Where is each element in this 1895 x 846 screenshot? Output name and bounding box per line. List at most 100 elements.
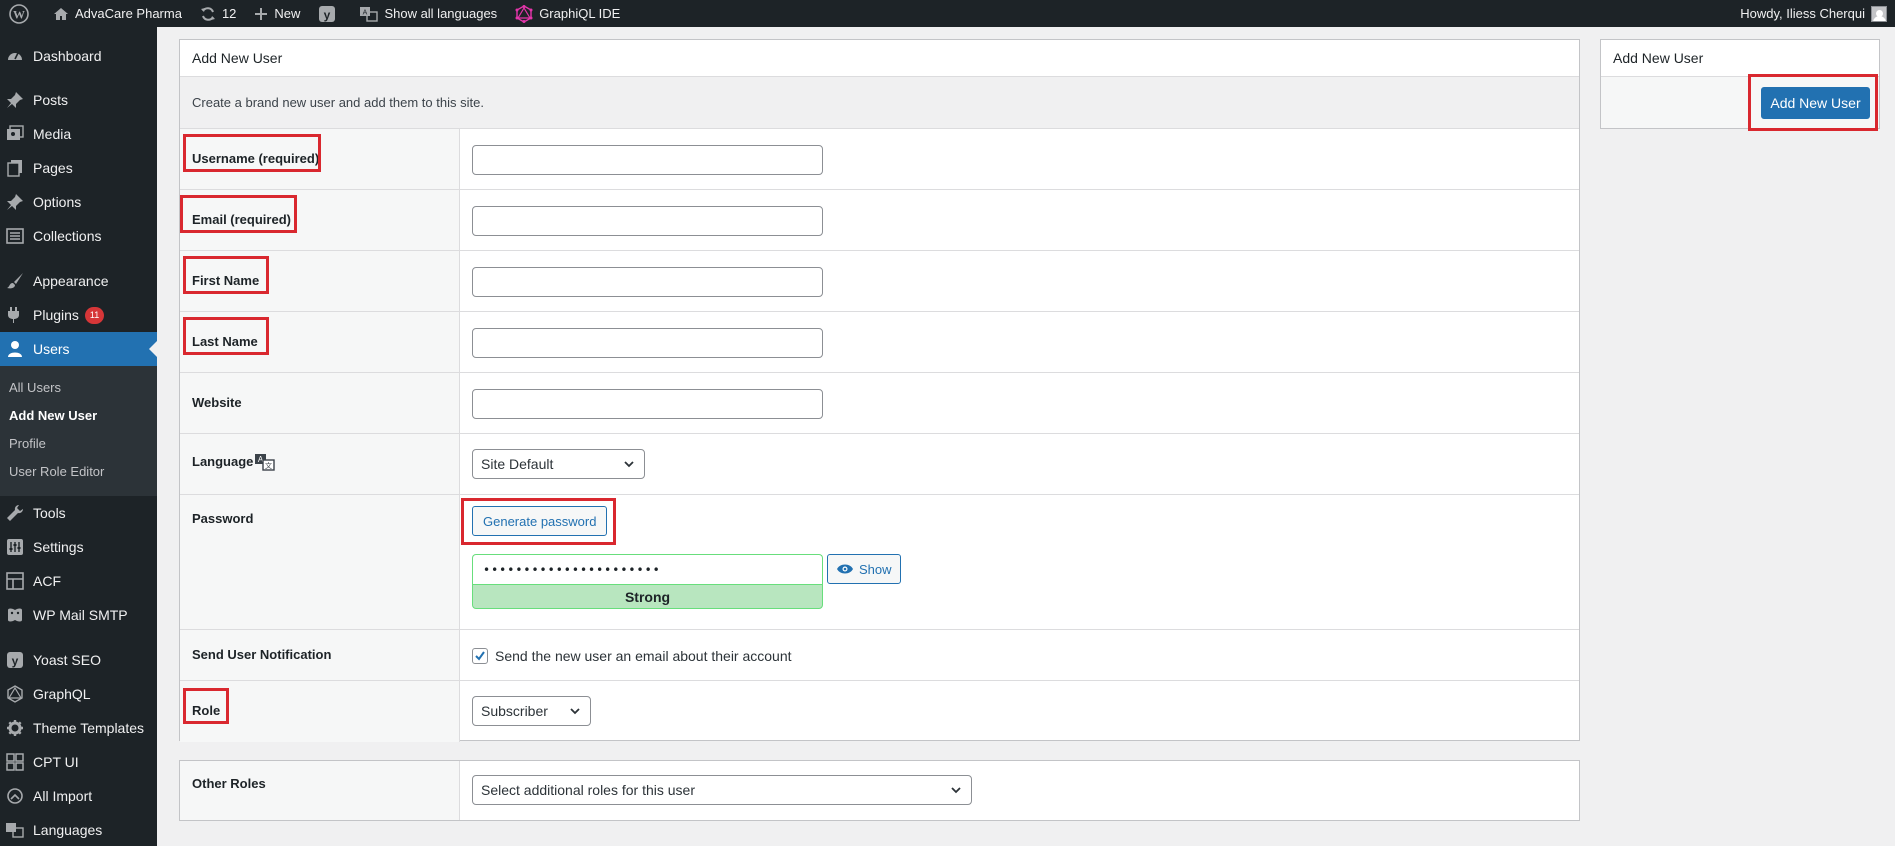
menu-acf[interactable]: ACF xyxy=(0,564,157,598)
svg-text:W: W xyxy=(13,7,25,21)
updates-link[interactable]: 12 xyxy=(191,0,245,27)
show-password-button[interactable]: Show xyxy=(827,554,901,584)
new-label: New xyxy=(274,6,301,21)
cpt-grid-icon xyxy=(5,752,25,772)
menu-settings-label: Settings xyxy=(33,539,84,555)
menu-theme-templates[interactable]: Theme Templates xyxy=(0,711,157,745)
media-icon xyxy=(5,124,25,144)
paintbrush-icon xyxy=(5,271,25,291)
users-submenu: All Users Add New User Profile User Role… xyxy=(0,366,157,496)
submit-box: Add New User Add New User xyxy=(1600,39,1880,131)
submenu-add-new-user[interactable]: Add New User xyxy=(9,408,97,423)
role-select-value: Subscriber xyxy=(481,703,548,719)
acf-grid-icon xyxy=(5,571,25,591)
username-input[interactable] xyxy=(472,145,823,175)
notification-text: Send the new user an email about their a… xyxy=(495,648,792,664)
menu-wp-mail-smtp[interactable]: WP Mail SMTP xyxy=(0,598,157,632)
graphql-icon xyxy=(515,4,533,23)
password-label: Password xyxy=(192,511,254,526)
other-roles-select[interactable]: Select additional roles for this user xyxy=(472,775,972,805)
site-name-label: AdvaCare Pharma xyxy=(75,6,182,21)
menu-posts[interactable]: Posts xyxy=(0,83,157,117)
menu-graphql[interactable]: GraphQL xyxy=(0,677,157,711)
role-select[interactable]: Subscriber xyxy=(472,696,591,726)
pushpin-icon xyxy=(5,192,25,212)
menu-tools[interactable]: Tools xyxy=(0,496,157,530)
last-name-input[interactable] xyxy=(472,328,823,358)
submenu-profile[interactable]: Profile xyxy=(9,436,46,451)
chevron-down-icon xyxy=(570,708,580,715)
pushpin-icon xyxy=(5,90,25,110)
highlight-box xyxy=(183,317,269,355)
last-name-label-cell: Last Name xyxy=(180,312,460,373)
avatar xyxy=(1871,5,1887,22)
email-input[interactable] xyxy=(472,206,823,236)
site-name-link[interactable]: AdvaCare Pharma xyxy=(44,0,191,27)
website-label: Website xyxy=(192,395,242,410)
other-roles-label: Other Roles xyxy=(192,776,266,791)
password-input[interactable]: •••••••••••••••••••••• xyxy=(472,554,823,584)
chevron-down-icon xyxy=(951,787,961,794)
menu-yoast-seo-label: Yoast SEO xyxy=(33,652,101,668)
menu-all-import[interactable]: All Import xyxy=(0,779,157,813)
home-icon xyxy=(54,7,68,20)
admin-bar: W AdvaCare Pharma 12 New y A Show all la… xyxy=(0,0,1895,27)
menu-options[interactable]: Options xyxy=(0,185,157,219)
website-input[interactable] xyxy=(472,389,823,419)
wordpress-logo-icon[interactable]: W xyxy=(0,0,44,27)
send-notification-checkbox[interactable] xyxy=(472,648,488,664)
menu-media[interactable]: Media xyxy=(0,117,157,151)
menu-plugins[interactable]: Plugins 11 xyxy=(0,298,157,332)
my-account-menu[interactable]: Howdy, Iliess Cherqui xyxy=(1740,5,1895,22)
show-all-languages-link[interactable]: A Show all languages xyxy=(351,0,506,27)
email-field-cell xyxy=(460,190,1579,251)
submenu-user-role-editor[interactable]: User Role Editor xyxy=(9,464,104,479)
svg-text:y: y xyxy=(324,8,331,22)
yoast-menu[interactable]: y xyxy=(309,0,351,27)
menu-collections[interactable]: Collections xyxy=(0,219,157,253)
language-select-value: Site Default xyxy=(481,456,554,472)
new-content-link[interactable]: New xyxy=(245,0,309,27)
menu-users-label: Users xyxy=(33,341,70,357)
menu-languages-label: Languages xyxy=(33,822,103,838)
svg-text:A: A xyxy=(363,9,368,16)
mail-bird-icon xyxy=(5,605,25,625)
first-name-input[interactable] xyxy=(472,267,823,297)
notification-label-cell: Send User Notification xyxy=(180,630,460,681)
menu-all-import-label: All Import xyxy=(33,788,93,804)
menu-theme-templates-label: Theme Templates xyxy=(33,720,145,736)
admin-sidebar: Dashboard Posts Media Pages Options Coll… xyxy=(0,27,157,846)
yoast-icon: y xyxy=(319,5,336,22)
other-roles-label-cell: Other Roles xyxy=(180,761,460,820)
first-name-label-cell: First Name xyxy=(180,251,460,312)
website-field-cell xyxy=(460,373,1579,434)
menu-pages[interactable]: Pages xyxy=(0,151,157,185)
menu-users[interactable]: Users xyxy=(0,332,157,366)
menu-settings[interactable]: Settings xyxy=(0,530,157,564)
menu-tools-label: Tools xyxy=(33,505,66,521)
show-all-languages-label: Show all languages xyxy=(384,6,498,21)
menu-cpt-ui[interactable]: CPT UI xyxy=(0,745,157,779)
graphiql-ide-link[interactable]: GraphiQL IDE xyxy=(506,0,629,27)
menu-languages[interactable]: Languages xyxy=(0,813,157,846)
add-user-panel: Add New User Create a brand new user and… xyxy=(179,39,1580,742)
list-icon xyxy=(5,226,25,246)
howdy-text: Howdy, Iliess Cherqui xyxy=(1740,6,1865,21)
plugins-update-badge: 11 xyxy=(84,306,105,324)
menu-dashboard-label: Dashboard xyxy=(33,48,102,64)
gear-icon xyxy=(5,718,25,738)
password-strength-meter: Strong xyxy=(472,584,823,609)
submenu-all-users[interactable]: All Users xyxy=(9,380,61,395)
first-name-field-cell xyxy=(460,251,1579,312)
menu-appearance[interactable]: Appearance xyxy=(0,264,157,298)
svg-text:y: y xyxy=(12,654,19,668)
panel-title: Add New User xyxy=(180,40,1579,77)
dashboard-icon xyxy=(5,46,25,66)
submit-box-title: Add New User xyxy=(1601,40,1879,77)
translate-icon xyxy=(5,820,25,840)
language-field-cell: Site Default xyxy=(460,434,1579,495)
website-label-cell: Website xyxy=(180,373,460,434)
menu-dashboard[interactable]: Dashboard xyxy=(0,39,157,73)
language-select[interactable]: Site Default xyxy=(472,449,645,479)
menu-yoast-seo[interactable]: y Yoast SEO xyxy=(0,643,157,677)
